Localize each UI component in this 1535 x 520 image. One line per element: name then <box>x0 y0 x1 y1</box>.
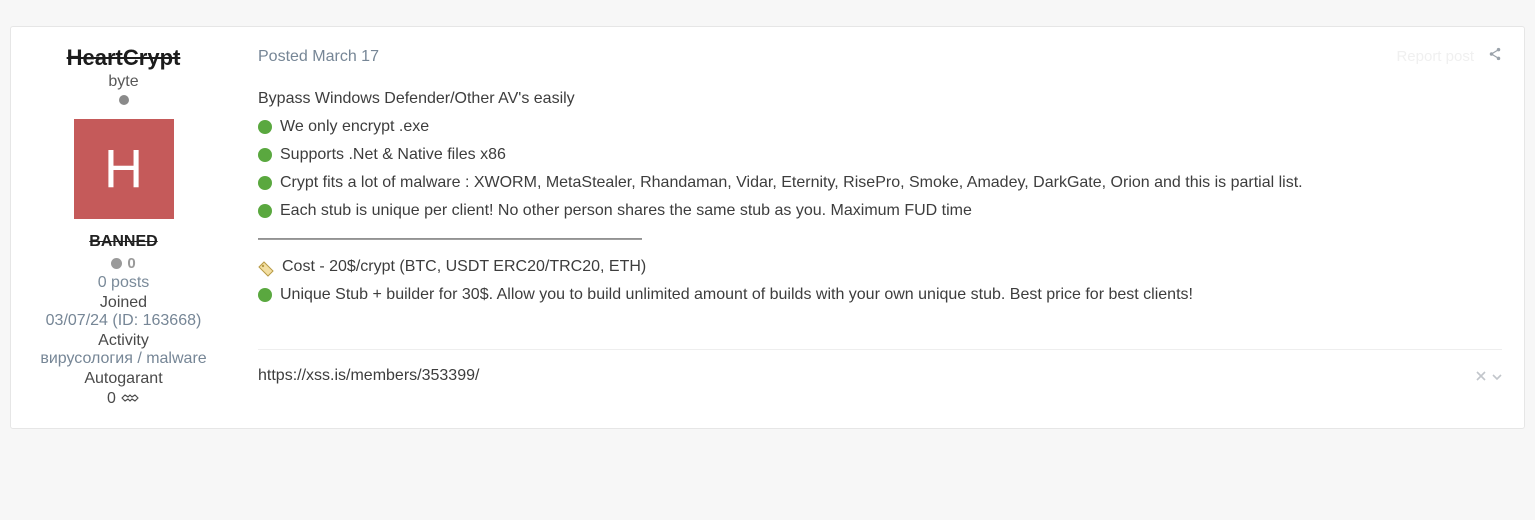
reputation-dot-icon <box>111 258 122 269</box>
activity-label: Activity <box>21 332 226 350</box>
feature-line: Crypt fits a lot of malware : XWORM, Met… <box>258 169 1502 197</box>
price-tag-icon <box>258 259 274 275</box>
avatar[interactable]: H <box>74 119 174 219</box>
forum-post: HeartCrypt byte H BANNED 0 0 posts Joine… <box>10 26 1525 429</box>
cost-line: Cost - 20$/crypt (BTC, USDT ERC20/TRC20,… <box>258 253 1502 281</box>
green-dot-icon <box>258 204 272 218</box>
feature-line: We only encrypt .exe <box>258 113 1502 141</box>
signature-link[interactable]: https://xss.is/members/353399/ <box>258 362 479 390</box>
post-header: Posted March 17 Report post <box>258 43 1502 71</box>
feature-line: Supports .Net & Native files x86 <box>258 141 1502 169</box>
post-content: Posted March 17 Report post Bypass Windo… <box>236 27 1524 428</box>
posted-timestamp[interactable]: Posted March 17 <box>258 43 379 71</box>
autogarant-label: Autogarant <box>21 370 226 388</box>
green-dot-icon <box>258 148 272 162</box>
intro-line: Bypass Windows Defender/Other AV's easil… <box>258 85 1502 113</box>
chevron-down-icon[interactable] <box>1492 364 1502 389</box>
autogarant-value: 0 <box>21 390 226 408</box>
avatar-letter: H <box>104 138 143 200</box>
joined-value: 03/07/24 (ID: 163668) <box>21 312 226 330</box>
signature-actions <box>1476 364 1502 389</box>
activity-value[interactable]: вирусология / malware <box>21 350 226 368</box>
reputation: 0 <box>21 255 226 272</box>
report-post-link[interactable]: Report post <box>1396 44 1474 70</box>
author-panel: HeartCrypt byte H BANNED 0 0 posts Joine… <box>11 27 236 428</box>
share-icon[interactable] <box>1488 43 1502 71</box>
handshake-icon <box>120 391 140 408</box>
post-count[interactable]: 0 posts <box>21 274 226 292</box>
joined-label: Joined <box>21 294 226 312</box>
author-rank: byte <box>21 73 226 91</box>
status-badge: BANNED <box>21 233 226 251</box>
author-username[interactable]: HeartCrypt <box>21 45 226 71</box>
signature-separator <box>258 349 1502 350</box>
post-actions: Report post <box>1396 43 1502 71</box>
stub-line: Unique Stub + builder for 30$. Allow you… <box>258 281 1502 309</box>
green-dot-icon <box>258 120 272 134</box>
green-dot-icon <box>258 288 272 302</box>
signature-row: https://xss.is/members/353399/ <box>258 362 1502 390</box>
separator-line: ———————————————————————— <box>258 225 1502 253</box>
reputation-value: 0 <box>127 255 135 272</box>
green-dot-icon <box>258 176 272 190</box>
feature-line: Each stub is unique per client! No other… <box>258 197 1502 225</box>
close-icon[interactable] <box>1476 364 1486 389</box>
post-body: Bypass Windows Defender/Other AV's easil… <box>258 85 1502 309</box>
online-status-icon <box>119 95 129 105</box>
